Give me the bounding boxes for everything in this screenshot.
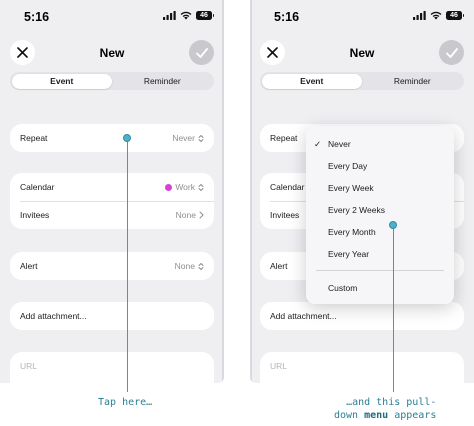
status-time: 5:16 <box>24 10 50 24</box>
menu-item-every-week[interactable]: Every Week <box>306 180 454 196</box>
nav-bar: New <box>250 38 474 68</box>
invitees-value: None <box>176 210 204 220</box>
menu-item-label: Every Week <box>328 183 374 193</box>
attachment-card: Add attachment... <box>260 302 464 330</box>
status-bar: 5:16 46 <box>0 0 224 36</box>
invitees-row[interactable]: Invitees None <box>10 201 214 229</box>
repeat-card: Repeat Never <box>10 124 214 152</box>
status-icons: 46 <box>163 11 214 20</box>
calendar-value-text: Work <box>175 182 195 192</box>
tab-event[interactable]: Event <box>261 73 362 89</box>
menu-item-label: Every Day <box>328 161 368 171</box>
callout-line-right <box>393 226 394 392</box>
calendar-color-dot <box>165 183 173 191</box>
calendar-card: Calendar Work Invitees None <box>10 173 214 229</box>
menu-item-label: Every Month <box>328 227 376 237</box>
add-attachment-button[interactable]: Add attachment... <box>10 302 214 330</box>
menu-item-label: Every 2 Weeks <box>328 205 386 215</box>
url-field[interactable]: URL <box>10 352 214 380</box>
wifi-icon <box>430 11 442 20</box>
signal-icon <box>163 11 176 20</box>
callout-line-left <box>127 138 128 392</box>
url-placeholder: URL <box>270 361 288 371</box>
calendar-value: Work <box>165 182 204 192</box>
caption-left-text: Tap here… <box>98 397 153 408</box>
attachment-card: Add attachment... <box>10 302 214 330</box>
caption-right-line1: …and this pull- <box>346 397 437 408</box>
checkmark-icon <box>195 47 208 58</box>
calendar-label: Calendar <box>20 182 55 192</box>
signal-icon <box>413 11 426 20</box>
url-card: URL <box>10 352 214 383</box>
url-field[interactable]: URL <box>260 352 464 380</box>
menu-marker <box>389 221 397 229</box>
caption-right-line2-post: appears <box>388 410 437 421</box>
alert-value-text: None <box>174 261 195 271</box>
repeat-value-text: Never <box>172 133 195 143</box>
battery-icon: 46 <box>196 11 214 20</box>
alert-value: None <box>175 261 204 271</box>
row-divider <box>20 201 214 202</box>
url-placeholder: URL <box>20 361 38 371</box>
event-type-segmented-control: Event Reminder <box>260 72 464 90</box>
caption-right: …and this pull- down menu appears <box>334 396 436 422</box>
caption-right-emphasis: menu <box>364 410 389 421</box>
phone-screen-before: 5:16 46 New Event Reminder Repeat Never <box>0 0 224 383</box>
caption-right-line2-pre: down <box>334 410 365 421</box>
menu-item-label: Custom <box>328 283 358 293</box>
status-time: 5:16 <box>274 10 300 24</box>
repeat-label: Repeat <box>20 133 48 143</box>
invitees-label: Invitees <box>20 210 50 220</box>
repeat-pulldown-menu: ✓ Never Every Day Every Week Every 2 Wee… <box>306 126 454 304</box>
event-type-segmented-control: Event Reminder <box>10 72 214 90</box>
repeat-row[interactable]: Repeat Never <box>10 124 214 152</box>
alert-label: Alert <box>20 261 38 271</box>
menu-divider <box>316 270 444 271</box>
calendar-row[interactable]: Calendar Work <box>10 173 214 201</box>
add-attachment-label: Add attachment... <box>270 311 337 321</box>
chevron-right-icon <box>199 211 204 219</box>
chevron-up-down-icon <box>198 183 204 191</box>
checkmark-icon <box>445 47 458 58</box>
menu-item-every-day[interactable]: Every Day <box>306 158 454 174</box>
url-card: URL <box>260 352 464 383</box>
tab-reminder[interactable]: Reminder <box>112 74 213 89</box>
battery-icon: 46 <box>446 11 464 20</box>
menu-item-label: Every Year <box>328 249 370 259</box>
done-button[interactable] <box>439 40 464 65</box>
menu-item-label: Never <box>328 139 351 149</box>
add-attachment-label: Add attachment... <box>20 311 87 321</box>
caption-right-line2: down menu appears <box>334 409 436 422</box>
menu-item-every-month[interactable]: Every Month <box>306 224 454 240</box>
chevron-up-down-icon <box>198 134 204 142</box>
tab-reminder[interactable]: Reminder <box>362 74 463 89</box>
invitees-value-text: None <box>175 210 196 220</box>
alert-row[interactable]: Alert None <box>10 252 214 280</box>
tab-event[interactable]: Event <box>11 73 112 89</box>
menu-item-never[interactable]: ✓ Never <box>306 136 454 152</box>
nav-bar: New <box>0 38 224 68</box>
chevron-up-down-icon <box>198 262 204 270</box>
menu-item-custom[interactable]: Custom <box>306 280 454 296</box>
wifi-icon <box>180 11 192 20</box>
tap-target-marker <box>123 134 131 142</box>
status-icons: 46 <box>413 11 464 20</box>
menu-item-every-year[interactable]: Every Year <box>306 246 454 262</box>
repeat-value: Never <box>172 133 204 143</box>
checkmark-icon: ✓ <box>314 139 322 149</box>
status-bar: 5:16 46 <box>250 0 474 36</box>
alert-card: Alert None <box>10 252 214 280</box>
add-attachment-button[interactable]: Add attachment... <box>260 302 464 330</box>
menu-item-every-2-weeks[interactable]: Every 2 Weeks <box>306 202 454 218</box>
caption-left: Tap here… <box>98 396 152 409</box>
done-button[interactable] <box>189 40 214 65</box>
